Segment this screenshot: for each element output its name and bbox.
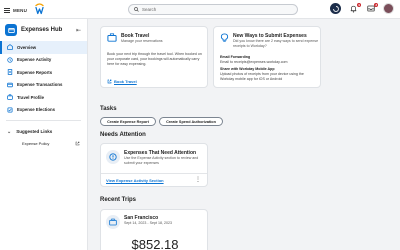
- chevron-down-icon: ⌄: [7, 128, 12, 135]
- main-content: Book Travel Manage your reservations Boo…: [89, 19, 400, 250]
- bell-icon: [350, 5, 357, 12]
- sidebar-divider: [6, 120, 81, 121]
- lightbulb-icon: [220, 33, 229, 42]
- menu-button[interactable]: MENU: [4, 5, 27, 15]
- submit-expenses-subtitle: Did you know there are 2 easy ways to se…: [233, 39, 319, 48]
- sidebar-item-travel-profile[interactable]: Travel Profile: [0, 91, 87, 104]
- recent-trip-card[interactable]: San Francisco Sept 14, 2023 - Sept 18, 2…: [100, 209, 208, 250]
- inbox-icon: [366, 5, 375, 12]
- search-input[interactable]: [142, 7, 282, 12]
- recent-trips-title: Recent Trips: [100, 197, 137, 203]
- trip-dates: Sept 14, 2023 - Sept 18, 2023: [124, 221, 172, 225]
- hub-title: Expenses Hub: [21, 27, 63, 33]
- book-travel-body: Book your next trip through the travel t…: [107, 52, 202, 66]
- needs-attention-title: Needs Attention: [100, 132, 146, 138]
- reports-icon: [7, 69, 13, 76]
- avatar[interactable]: [383, 3, 394, 14]
- sidebar: Expenses Hub ⇤ Overview Expense Activity…: [0, 19, 88, 250]
- sidebar-item-label: Expense Activity: [17, 57, 52, 63]
- elections-icon: [7, 107, 13, 113]
- assistant-icon: [332, 5, 339, 12]
- sidebar-item-expense-transactions[interactable]: Expense Transactions: [0, 79, 87, 92]
- book-travel-link[interactable]: Book Travel: [107, 79, 137, 84]
- top-bar: MENU 9 3: [0, 0, 400, 19]
- sidebar-item-label: Travel Profile: [17, 94, 44, 100]
- create-expense-report-button[interactable]: Create Expense Report: [100, 117, 156, 126]
- workday-logo-icon[interactable]: [35, 3, 44, 15]
- needs-attention-icon-wrap: [106, 150, 120, 164]
- inbox-button[interactable]: 3: [366, 2, 378, 14]
- link-label: Expense Policy: [22, 141, 50, 146]
- sidebar-item-label: Expense Elections: [17, 107, 55, 113]
- notifications-badge: 9: [357, 2, 361, 7]
- top-icons: 9 3: [330, 2, 394, 14]
- view-expense-activity-link[interactable]: View Expense Activity Section: [106, 178, 164, 183]
- notifications-button[interactable]: 9: [349, 2, 361, 14]
- book-travel-card: Book Travel Manage your reservations Boo…: [100, 26, 208, 88]
- suitcase-icon: [109, 218, 117, 226]
- more-options-icon[interactable]: ⋮: [195, 176, 201, 183]
- tasks-title: Tasks: [100, 106, 117, 112]
- suggested-links-label: Suggested Links: [16, 129, 53, 134]
- email-forwarding-body: Email to receipts@expenses.workday.com: [220, 60, 288, 64]
- assistant-button[interactable]: [330, 3, 341, 14]
- sidebar-item-expense-activity[interactable]: Expense Activity: [0, 54, 87, 67]
- travel-profile-icon: [7, 94, 13, 101]
- suggested-links-header[interactable]: ⌄ Suggested Links: [0, 125, 87, 138]
- book-travel-subtitle: Manage your reservations: [121, 39, 163, 43]
- book-travel-link-label: Book Travel: [114, 79, 137, 84]
- trip-icon-wrap: [106, 215, 120, 229]
- menu-label: MENU: [13, 7, 28, 13]
- sidebar-item-expense-reports[interactable]: Expense Reports: [0, 66, 87, 79]
- sidebar-item-label: Overview: [17, 44, 37, 50]
- hamburger-icon: [4, 7, 10, 13]
- activity-icon: [7, 57, 13, 63]
- sidebar-item-expense-elections[interactable]: Expense Elections: [0, 104, 87, 117]
- hub-header: Expenses Hub ⇤: [0, 19, 87, 41]
- sidebar-item-overview[interactable]: Overview: [0, 41, 87, 54]
- transactions-icon: [7, 82, 13, 88]
- alert-icon: [109, 153, 117, 161]
- collapse-sidebar-icon[interactable]: ⇤: [76, 27, 81, 34]
- needs-attention-card-body: Use the Expense Activity section to revi…: [124, 156, 199, 165]
- create-spend-authorization-button[interactable]: Create Spend Authorization: [159, 117, 223, 126]
- mobile-app-body: Upload photos of receipts from your devi…: [220, 72, 304, 81]
- suitcase-icon: [107, 33, 117, 42]
- sidebar-item-label: Expense Reports: [17, 69, 53, 75]
- sidebar-item-label: Expense Transactions: [17, 82, 63, 88]
- inbox-badge: 3: [374, 2, 378, 7]
- card-divider: [101, 173, 207, 174]
- overview-icon: [7, 44, 13, 51]
- trip-amount: $852.18: [131, 237, 179, 250]
- external-link-icon: [107, 79, 112, 84]
- needs-attention-card: Expenses That Need Attention Use the Exp…: [100, 143, 208, 187]
- submit-expenses-card: New Ways to Submit Expenses Did you know…: [213, 26, 321, 88]
- search-icon: [134, 7, 139, 12]
- link-expense-policy[interactable]: Expense Policy: [0, 138, 87, 149]
- expenses-hub-icon: [5, 24, 17, 36]
- search-bar[interactable]: [128, 4, 298, 15]
- external-link-icon: [75, 141, 80, 146]
